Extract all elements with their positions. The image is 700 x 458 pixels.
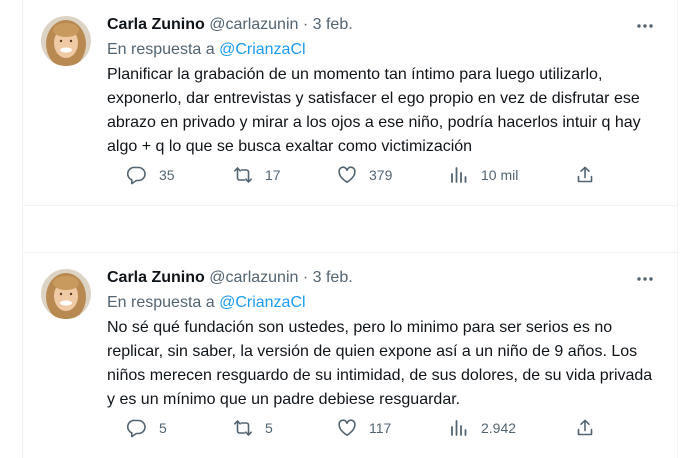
share-button[interactable] — [575, 161, 595, 189]
like-button[interactable]: 117 — [337, 414, 391, 442]
avatar[interactable] — [41, 269, 91, 319]
tweet-text: No sé qué fundación son ustedes, pero lo… — [107, 319, 653, 408]
reply-prefix: En respuesta a — [107, 294, 215, 311]
bar-chart-icon — [451, 167, 467, 183]
like-button[interactable]: 379 — [337, 161, 392, 189]
retweet-icon — [234, 420, 252, 436]
like-count: 379 — [369, 167, 393, 183]
reply-count: 5 — [159, 420, 167, 436]
timeline: Carla Zunino @carlazunin · 3 feb. En res… — [22, 0, 678, 458]
views-count: 2.942 — [481, 420, 517, 436]
tweet-date[interactable]: 3 feb. — [313, 269, 353, 286]
user-handle[interactable]: @carlazunin — [209, 269, 298, 286]
retweet-button[interactable]: 5 — [233, 414, 273, 442]
tweet-header: Carla Zunino @carlazunin · 3 feb. — [107, 14, 353, 36]
reply-bubble-icon — [127, 166, 146, 185]
display-name[interactable]: Carla Zunino — [107, 269, 205, 286]
reply-mention-link[interactable]: @CrianzaCl — [219, 41, 305, 58]
tweet[interactable]: Carla Zunino @carlazunin · 3 feb. En res… — [23, 253, 677, 458]
heart-icon — [338, 166, 356, 183]
separator-dot: · — [302, 16, 309, 33]
retweet-icon — [234, 167, 252, 183]
tweet-date[interactable]: 3 feb. — [313, 16, 353, 33]
separator-dot: · — [302, 269, 309, 286]
like-count: 117 — [369, 420, 392, 436]
tweet-text: Planificar la grabación de un momento ta… — [107, 66, 641, 155]
thread-separator — [23, 205, 677, 253]
more-dots-icon[interactable] — [635, 269, 655, 289]
views-count: 10 mil — [481, 167, 519, 183]
reply-count: 35 — [159, 167, 175, 183]
retweet-count: 5 — [265, 420, 273, 436]
share-icon — [577, 166, 593, 183]
reply-mention-link[interactable]: @CrianzaCl — [219, 294, 305, 311]
views-button[interactable]: 10 mil — [449, 161, 518, 189]
tweet-header: Carla Zunino @carlazunin · 3 feb. — [107, 267, 353, 289]
tweet-actions: 5 5 117 2.942 — [107, 414, 597, 442]
bar-chart-icon — [451, 420, 467, 436]
avatar[interactable] — [41, 16, 91, 66]
user-handle[interactable]: @carlazunin — [209, 16, 298, 33]
display-name[interactable]: Carla Zunino — [107, 16, 205, 33]
retweet-button[interactable]: 17 — [233, 161, 281, 189]
heart-icon — [338, 419, 356, 436]
reply-context: En respuesta a @CrianzaCl — [107, 39, 306, 61]
views-button[interactable]: 2.942 — [449, 414, 516, 442]
reply-button[interactable]: 35 — [127, 161, 175, 189]
tweet[interactable]: Carla Zunino @carlazunin · 3 feb. En res… — [23, 0, 677, 205]
more-dots-icon[interactable] — [635, 16, 655, 36]
retweet-count: 17 — [265, 167, 281, 183]
share-button[interactable] — [575, 414, 595, 442]
reply-button[interactable]: 5 — [127, 414, 167, 442]
reply-prefix: En respuesta a — [107, 41, 215, 58]
reply-context: En respuesta a @CrianzaCl — [107, 292, 306, 314]
tweet-actions: 35 17 379 10 mil — [107, 161, 597, 189]
share-icon — [577, 419, 593, 436]
reply-bubble-icon — [127, 419, 146, 438]
